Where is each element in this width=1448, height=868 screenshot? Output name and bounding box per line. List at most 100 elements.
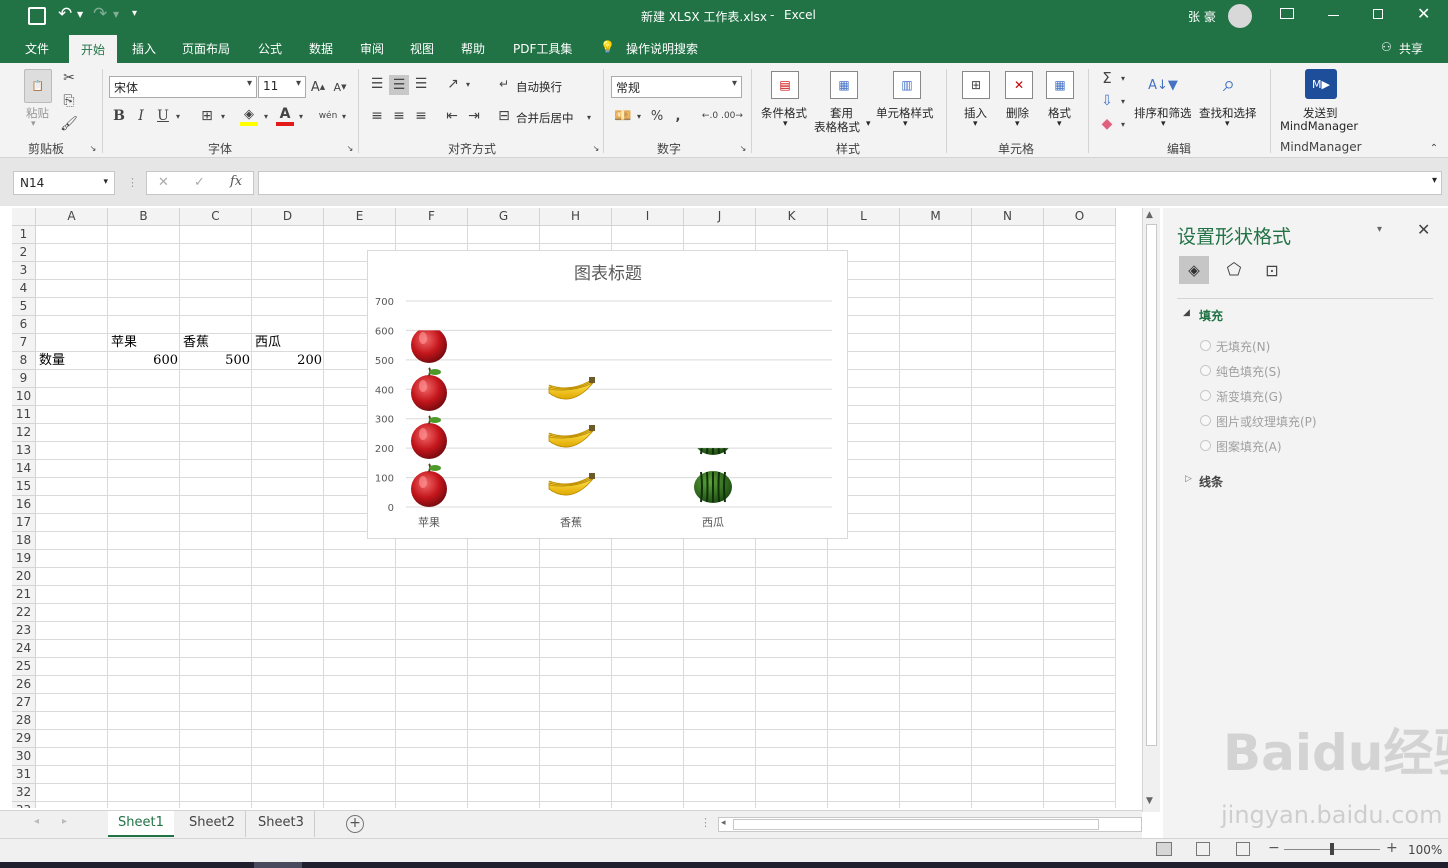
underline-dropdown-icon[interactable]: ▾ (173, 111, 183, 121)
tab-file[interactable]: 文件 (25, 40, 49, 57)
increase-font-icon[interactable]: A ▲ (310, 78, 326, 96)
tab-help[interactable]: 帮助 (461, 40, 485, 57)
undo-dropdown-icon[interactable]: ▼ (77, 10, 83, 19)
effects-tab-icon[interactable]: ⬠ (1221, 258, 1247, 282)
fill-dropdown-icon[interactable]: ▾ (1118, 96, 1128, 106)
sort-filter-dropdown-icon[interactable]: ▾ (1161, 119, 1166, 129)
cell-styles-dropdown-icon[interactable]: ▾ (903, 119, 908, 129)
column-header-F[interactable]: F (396, 208, 468, 226)
cell-C7[interactable]: 香蕉 (183, 334, 209, 352)
currency-icon[interactable]: 💴 (614, 107, 632, 125)
row-header-29[interactable]: 29 (12, 730, 36, 748)
underline-button[interactable]: U (156, 107, 170, 125)
cell-A8[interactable]: 数量 (39, 352, 65, 370)
cut-icon[interactable]: ✂ (60, 69, 78, 87)
find-select-dropdown-icon[interactable]: ▾ (1225, 119, 1230, 129)
size-properties-tab-icon[interactable]: ⊡ (1259, 258, 1285, 282)
format-painter-icon[interactable]: 🖌 (60, 115, 78, 133)
increase-indent-icon[interactable]: ⇥ (465, 107, 483, 125)
row-header-12[interactable]: 12 (12, 424, 36, 442)
row-header-31[interactable]: 31 (12, 766, 36, 784)
undo-icon[interactable]: ↶ (58, 4, 72, 24)
clipboard-launcher-icon[interactable]: ↘ (88, 143, 98, 153)
borders-icon[interactable]: ⊞ (198, 107, 216, 125)
column-header-G[interactable]: G (468, 208, 540, 226)
align-right-icon[interactable]: ≡ (412, 107, 430, 125)
add-sheet-icon[interactable]: + (346, 815, 364, 833)
fill-collapse-icon[interactable]: ◢ (1183, 308, 1190, 318)
formula-input[interactable]: ▾ (258, 171, 1442, 195)
scroll-thumb[interactable] (1146, 224, 1157, 746)
align-top-icon[interactable]: ☰ (368, 75, 386, 93)
redo-dropdown-icon[interactable]: ▼ (113, 10, 119, 19)
tab-review[interactable]: 审阅 (360, 40, 384, 57)
zoom-level[interactable]: 100% (1408, 843, 1442, 857)
row-header-30[interactable]: 30 (12, 748, 36, 766)
restore-icon[interactable] (1373, 9, 1383, 19)
merge-dropdown-icon[interactable]: ▾ (584, 112, 594, 122)
copy-icon[interactable]: ⎘ (60, 92, 78, 110)
column-header-C[interactable]: C (180, 208, 252, 226)
row-header-2[interactable]: 2 (12, 244, 36, 262)
column-header-O[interactable]: O (1044, 208, 1116, 226)
page-break-view-icon[interactable] (1236, 842, 1250, 856)
line-section-header[interactable]: 线条 (1199, 473, 1223, 490)
row-header-27[interactable]: 27 (12, 694, 36, 712)
orientation-dropdown-icon[interactable]: ▾ (463, 79, 473, 89)
font-color-icon[interactable]: A (276, 106, 294, 126)
decrease-font-icon[interactable]: A ▼ (332, 78, 348, 96)
row-header-11[interactable]: 11 (12, 406, 36, 424)
autosum-dropdown-icon[interactable]: ▾ (1118, 73, 1128, 83)
tab-formulas[interactable]: 公式 (258, 40, 282, 57)
normal-view-icon[interactable] (1156, 842, 1172, 856)
alignment-launcher-icon[interactable]: ↘ (591, 143, 601, 153)
tab-home[interactable]: 开始 (69, 35, 118, 63)
collapse-ribbon-icon[interactable]: ⌃ (1428, 143, 1440, 154)
number-launcher-icon[interactable]: ↘ (738, 143, 748, 153)
align-center-icon[interactable]: ≡ (390, 107, 408, 125)
expand-formula-icon[interactable]: ▾ (1432, 175, 1437, 186)
row-header-25[interactable]: 25 (12, 658, 36, 676)
format-table-button-line2[interactable]: 表格格式 (814, 119, 860, 135)
row-header-19[interactable]: 19 (12, 550, 36, 568)
column-header-E[interactable]: E (324, 208, 396, 226)
clear-dropdown-icon[interactable]: ▾ (1118, 119, 1128, 129)
font-name-combo[interactable]: 宋体 ▾ (109, 76, 257, 98)
cell-B7[interactable]: 苹果 (111, 334, 137, 352)
row-header-28[interactable]: 28 (12, 712, 36, 730)
bar-西瓜[interactable] (694, 423, 732, 503)
save-icon[interactable] (28, 7, 46, 25)
column-header-I[interactable]: I (612, 208, 684, 226)
row-header-24[interactable]: 24 (12, 640, 36, 658)
chart-title[interactable]: 图表标题 (574, 264, 642, 284)
column-header-J[interactable]: J (684, 208, 756, 226)
name-box[interactable]: N14 ▾ (13, 171, 115, 195)
row-header-9[interactable]: 9 (12, 370, 36, 388)
avatar[interactable] (1228, 4, 1252, 28)
select-all-corner[interactable] (12, 208, 36, 226)
fill-section-header[interactable]: 填充 (1199, 307, 1223, 324)
tab-page-layout[interactable]: 页面布局 (182, 40, 230, 57)
row-header-14[interactable]: 14 (12, 460, 36, 478)
column-header-H[interactable]: H (540, 208, 612, 226)
format-cells-dropdown-icon[interactable]: ▾ (1057, 119, 1062, 129)
cancel-formula-icon[interactable]: ✕ (158, 175, 169, 190)
bold-button[interactable]: B (112, 107, 126, 125)
increase-decimal-icon[interactable]: ←.0 (701, 107, 719, 125)
line-expand-icon[interactable]: ▷ (1185, 474, 1192, 484)
fill-color-dropdown-icon[interactable]: ▾ (261, 111, 271, 121)
wrap-text-button[interactable]: 自动换行 (516, 79, 562, 95)
customize-toolbar-icon[interactable]: ▾ (132, 8, 137, 19)
zoom-in-icon[interactable]: + (1386, 840, 1398, 856)
phonetic-dropdown-icon[interactable]: ▾ (339, 111, 349, 121)
paste-dropdown-icon[interactable]: ▾ (31, 119, 36, 129)
orientation-icon[interactable]: ↗ (444, 75, 462, 93)
insert-cells-dropdown-icon[interactable]: ▾ (973, 119, 978, 129)
sheet-tab-sheet2[interactable]: Sheet2 (179, 811, 246, 837)
font-color-dropdown-icon[interactable]: ▾ (296, 111, 306, 121)
row-header-17[interactable]: 17 (12, 514, 36, 532)
scroll-left-icon[interactable]: ◂ (721, 818, 726, 828)
tab-split-grip-icon[interactable]: ⋮ (700, 816, 711, 829)
align-bottom-icon[interactable]: ☰ (412, 75, 430, 93)
solid-fill-radio[interactable] (1200, 365, 1211, 376)
